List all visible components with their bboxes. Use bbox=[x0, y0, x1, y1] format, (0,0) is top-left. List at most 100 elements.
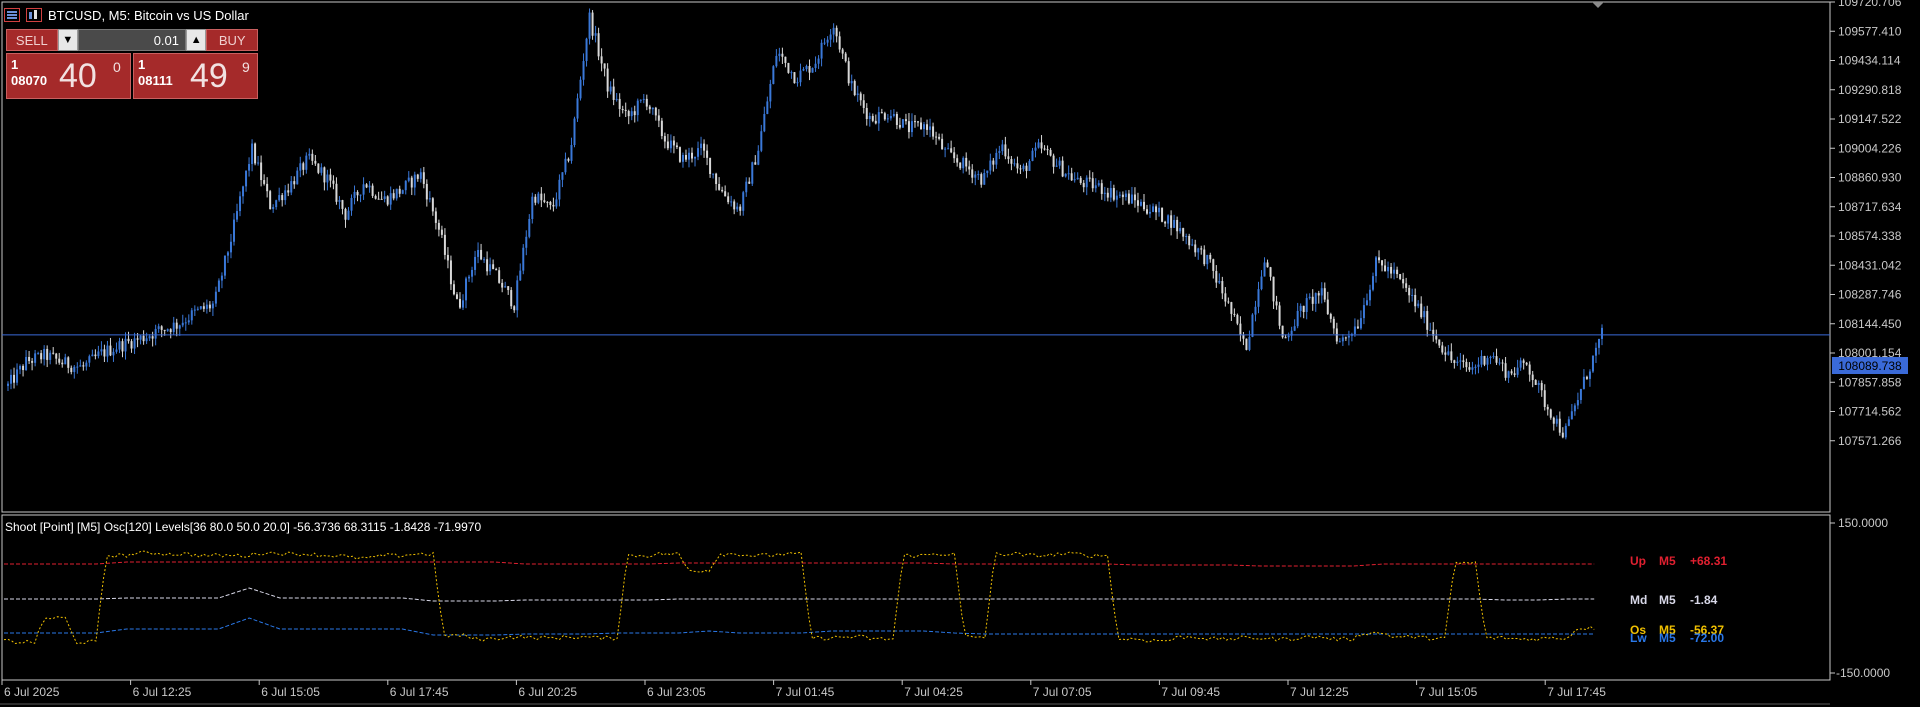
candle-body bbox=[766, 101, 769, 114]
osc-legend-name: Lw bbox=[1630, 631, 1647, 645]
buy-button[interactable]: BUY bbox=[206, 29, 258, 51]
candle-body bbox=[1338, 341, 1341, 343]
price-axis-label: 108287.746 bbox=[1838, 288, 1902, 302]
candle-body bbox=[121, 341, 124, 352]
candle-body bbox=[181, 322, 184, 326]
candle-body bbox=[1540, 382, 1543, 391]
candle-body bbox=[193, 309, 196, 311]
candle-body bbox=[663, 136, 666, 142]
candle-body bbox=[404, 180, 407, 191]
candle-body bbox=[127, 338, 130, 342]
candle-body bbox=[40, 353, 43, 360]
candle-body bbox=[950, 148, 953, 153]
candle-body bbox=[332, 180, 335, 184]
candle-body bbox=[302, 163, 305, 170]
candle-body bbox=[211, 303, 214, 309]
candle-body bbox=[1025, 165, 1028, 171]
candle-body bbox=[320, 167, 323, 173]
candle-body bbox=[428, 198, 431, 200]
candle-body bbox=[709, 157, 712, 174]
candle-body bbox=[157, 326, 160, 329]
candle-body bbox=[220, 275, 223, 281]
candle-body bbox=[1248, 336, 1251, 350]
candle-body bbox=[992, 160, 995, 165]
candle-body bbox=[1320, 288, 1323, 296]
candle-body bbox=[1368, 289, 1371, 301]
candle-body bbox=[1100, 183, 1103, 194]
sell-button[interactable]: SELL bbox=[6, 29, 58, 51]
candle-body bbox=[1378, 257, 1381, 261]
candle-body bbox=[347, 210, 350, 220]
candle-body bbox=[64, 357, 67, 365]
lot-increase-button[interactable]: ▲ bbox=[186, 29, 207, 51]
candle-body bbox=[401, 190, 404, 194]
candle-body bbox=[1519, 360, 1522, 368]
candle-body bbox=[1387, 266, 1390, 272]
candle-body bbox=[151, 336, 154, 339]
candle-body bbox=[926, 124, 929, 130]
candle-body bbox=[1486, 358, 1489, 365]
candle-body bbox=[582, 61, 585, 80]
candle-body bbox=[217, 280, 220, 292]
candle-body bbox=[1146, 209, 1149, 214]
candle-body bbox=[226, 252, 229, 256]
candle-body bbox=[1423, 311, 1426, 318]
chart-window-icon[interactable] bbox=[26, 8, 42, 22]
candle-body bbox=[832, 27, 835, 35]
candle-body bbox=[971, 169, 974, 178]
candle-body bbox=[597, 33, 600, 57]
candle-body bbox=[609, 86, 612, 92]
candle-body bbox=[1402, 279, 1405, 284]
candle-body bbox=[916, 121, 919, 123]
candle-body bbox=[1570, 411, 1573, 420]
candle-body bbox=[1142, 201, 1145, 210]
candle-body bbox=[350, 197, 353, 211]
candle-body bbox=[1239, 323, 1242, 336]
candle-body bbox=[678, 147, 681, 162]
candle-body bbox=[998, 151, 1001, 153]
candle-body bbox=[796, 82, 799, 84]
candle-body bbox=[386, 196, 389, 205]
lot-size-input[interactable] bbox=[78, 29, 186, 51]
candle-body bbox=[13, 374, 16, 383]
candle-body bbox=[784, 56, 787, 63]
buy-price-button[interactable]: 1 08111 49 9 bbox=[133, 53, 258, 99]
candle-body bbox=[67, 357, 70, 368]
candle-body bbox=[208, 304, 211, 309]
candle-body bbox=[636, 100, 639, 116]
candle-body bbox=[498, 270, 501, 283]
candle-body bbox=[651, 107, 654, 110]
candle-body bbox=[437, 222, 440, 230]
candle-body bbox=[275, 200, 278, 208]
candle-body bbox=[434, 211, 437, 223]
candle-body bbox=[1365, 300, 1368, 306]
candle-body bbox=[995, 152, 998, 165]
candle-body bbox=[1049, 149, 1052, 156]
candle-body bbox=[561, 172, 564, 180]
candle-body bbox=[7, 383, 9, 386]
candle-body bbox=[1477, 364, 1480, 367]
candle-body bbox=[507, 286, 510, 291]
candle-body bbox=[1076, 177, 1079, 180]
lot-decrease-button[interactable]: ▼ bbox=[57, 29, 78, 51]
candle-body bbox=[1591, 355, 1594, 372]
time-axis-label: 7 Jul 01:45 bbox=[776, 685, 835, 699]
chart-workspace[interactable]: 109720.706 109577.410 109434.114 109290.818… bbox=[0, 0, 1920, 707]
candle-body bbox=[1094, 185, 1097, 189]
sell-price-button[interactable]: 1 08070 40 0 bbox=[6, 53, 131, 99]
candle-body bbox=[862, 100, 865, 108]
candle-body bbox=[754, 162, 757, 165]
candle-body bbox=[630, 111, 633, 117]
candle-body bbox=[603, 63, 606, 69]
candle-body bbox=[145, 338, 148, 342]
candle-body bbox=[489, 264, 492, 272]
candle-body bbox=[413, 174, 416, 188]
candle-body bbox=[895, 113, 898, 125]
candle-body bbox=[1010, 159, 1013, 164]
menu-icon[interactable] bbox=[4, 8, 20, 22]
candle-body bbox=[1411, 294, 1414, 296]
candle-body bbox=[1209, 254, 1212, 260]
candle-body bbox=[356, 191, 359, 196]
candle-body bbox=[1124, 193, 1127, 198]
candle-body bbox=[760, 131, 763, 151]
